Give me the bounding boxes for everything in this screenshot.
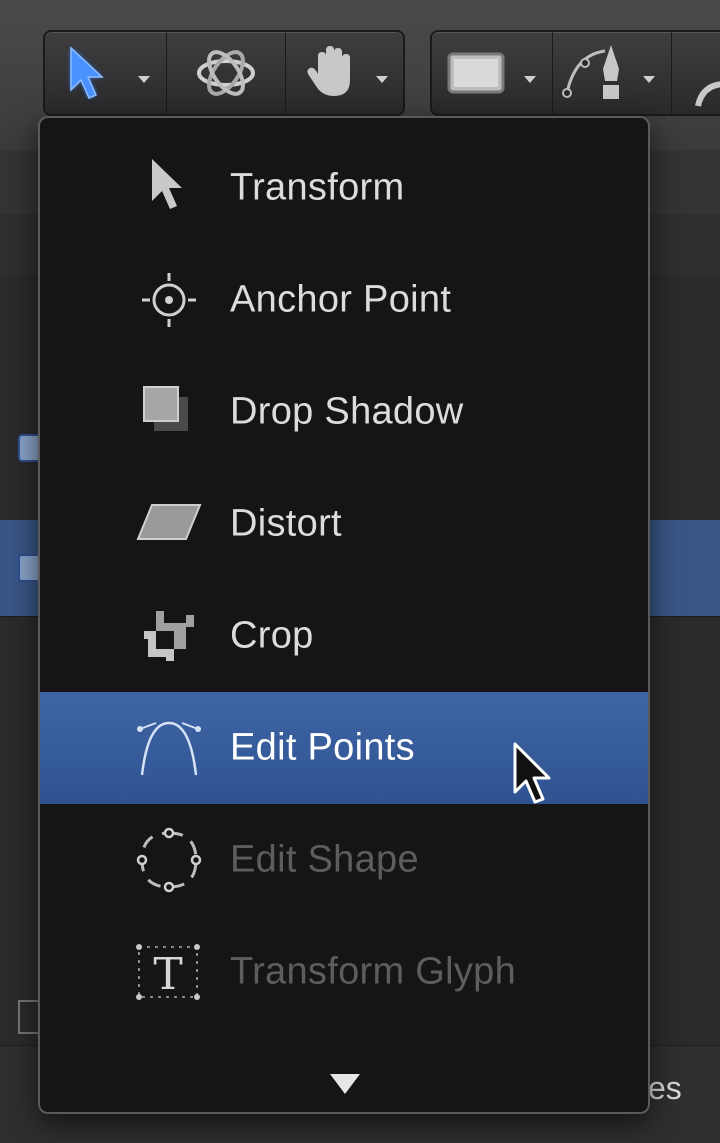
tool-group-transform xyxy=(43,30,405,116)
crop-icon xyxy=(144,611,194,661)
bezier-tool-button[interactable] xyxy=(553,32,672,114)
menu-item-anchor-point[interactable]: Anchor Point xyxy=(40,244,648,356)
svg-text:T: T xyxy=(153,949,182,1000)
menu-item-edit-shape: Edit Shape xyxy=(40,804,648,916)
status-bar-text: es xyxy=(648,1070,682,1106)
menu-item-label: Edit Points xyxy=(230,726,415,769)
transform-glyph-icon: T xyxy=(136,944,200,1000)
chevron-down-icon xyxy=(375,76,388,83)
select-arrow-icon xyxy=(70,46,104,99)
select-transform-tool-button[interactable] xyxy=(45,32,168,114)
chevron-down-icon xyxy=(643,76,655,83)
menu-item-label: Edit Shape xyxy=(230,838,419,881)
rectangle-tool-button[interactable] xyxy=(432,32,553,114)
chevron-down-icon xyxy=(524,76,536,83)
transform-arrow-icon xyxy=(152,159,182,209)
menu-item-label: Transform Glyph xyxy=(230,950,517,993)
3d-orbit-icon xyxy=(196,50,255,96)
partial-tool-icon xyxy=(695,81,720,107)
menu-item-label: Crop xyxy=(230,614,314,657)
anchor-point-icon xyxy=(142,273,196,327)
more-tools-button[interactable] xyxy=(672,32,720,114)
menu-item-transform-glyph: T Transform Glyph xyxy=(40,916,648,1028)
transform-tools-menu: Transform Anchor Point Drop Shadow Disto… xyxy=(38,116,650,1114)
rectangle-shape-icon xyxy=(447,52,505,94)
scroll-down-arrow-icon[interactable] xyxy=(330,1074,360,1094)
menu-item-label: Anchor Point xyxy=(230,278,452,321)
menu-item-distort[interactable]: Distort xyxy=(40,468,648,580)
distort-icon xyxy=(136,504,202,540)
menu-item-drop-shadow[interactable]: Drop Shadow xyxy=(40,356,648,468)
menu-item-label: Distort xyxy=(230,502,342,545)
menu-item-crop[interactable]: Crop xyxy=(40,580,648,692)
edit-shape-icon xyxy=(136,827,202,893)
pan-tool-button[interactable] xyxy=(286,32,403,114)
mouse-cursor-icon xyxy=(513,742,551,804)
menu-item-transform[interactable]: Transform xyxy=(40,132,648,244)
pan-hand-icon xyxy=(306,46,350,96)
menu-item-label: Transform xyxy=(230,166,405,209)
3d-orbit-tool-button[interactable] xyxy=(167,32,286,114)
menu-item-label: Drop Shadow xyxy=(230,390,464,433)
panel-toggle-icon[interactable] xyxy=(18,1000,40,1034)
drop-shadow-icon xyxy=(143,386,188,431)
edit-points-icon xyxy=(137,721,201,776)
bezier-pen-icon xyxy=(562,45,619,99)
tool-group-shapes xyxy=(430,30,720,116)
chevron-down-icon xyxy=(138,76,150,83)
